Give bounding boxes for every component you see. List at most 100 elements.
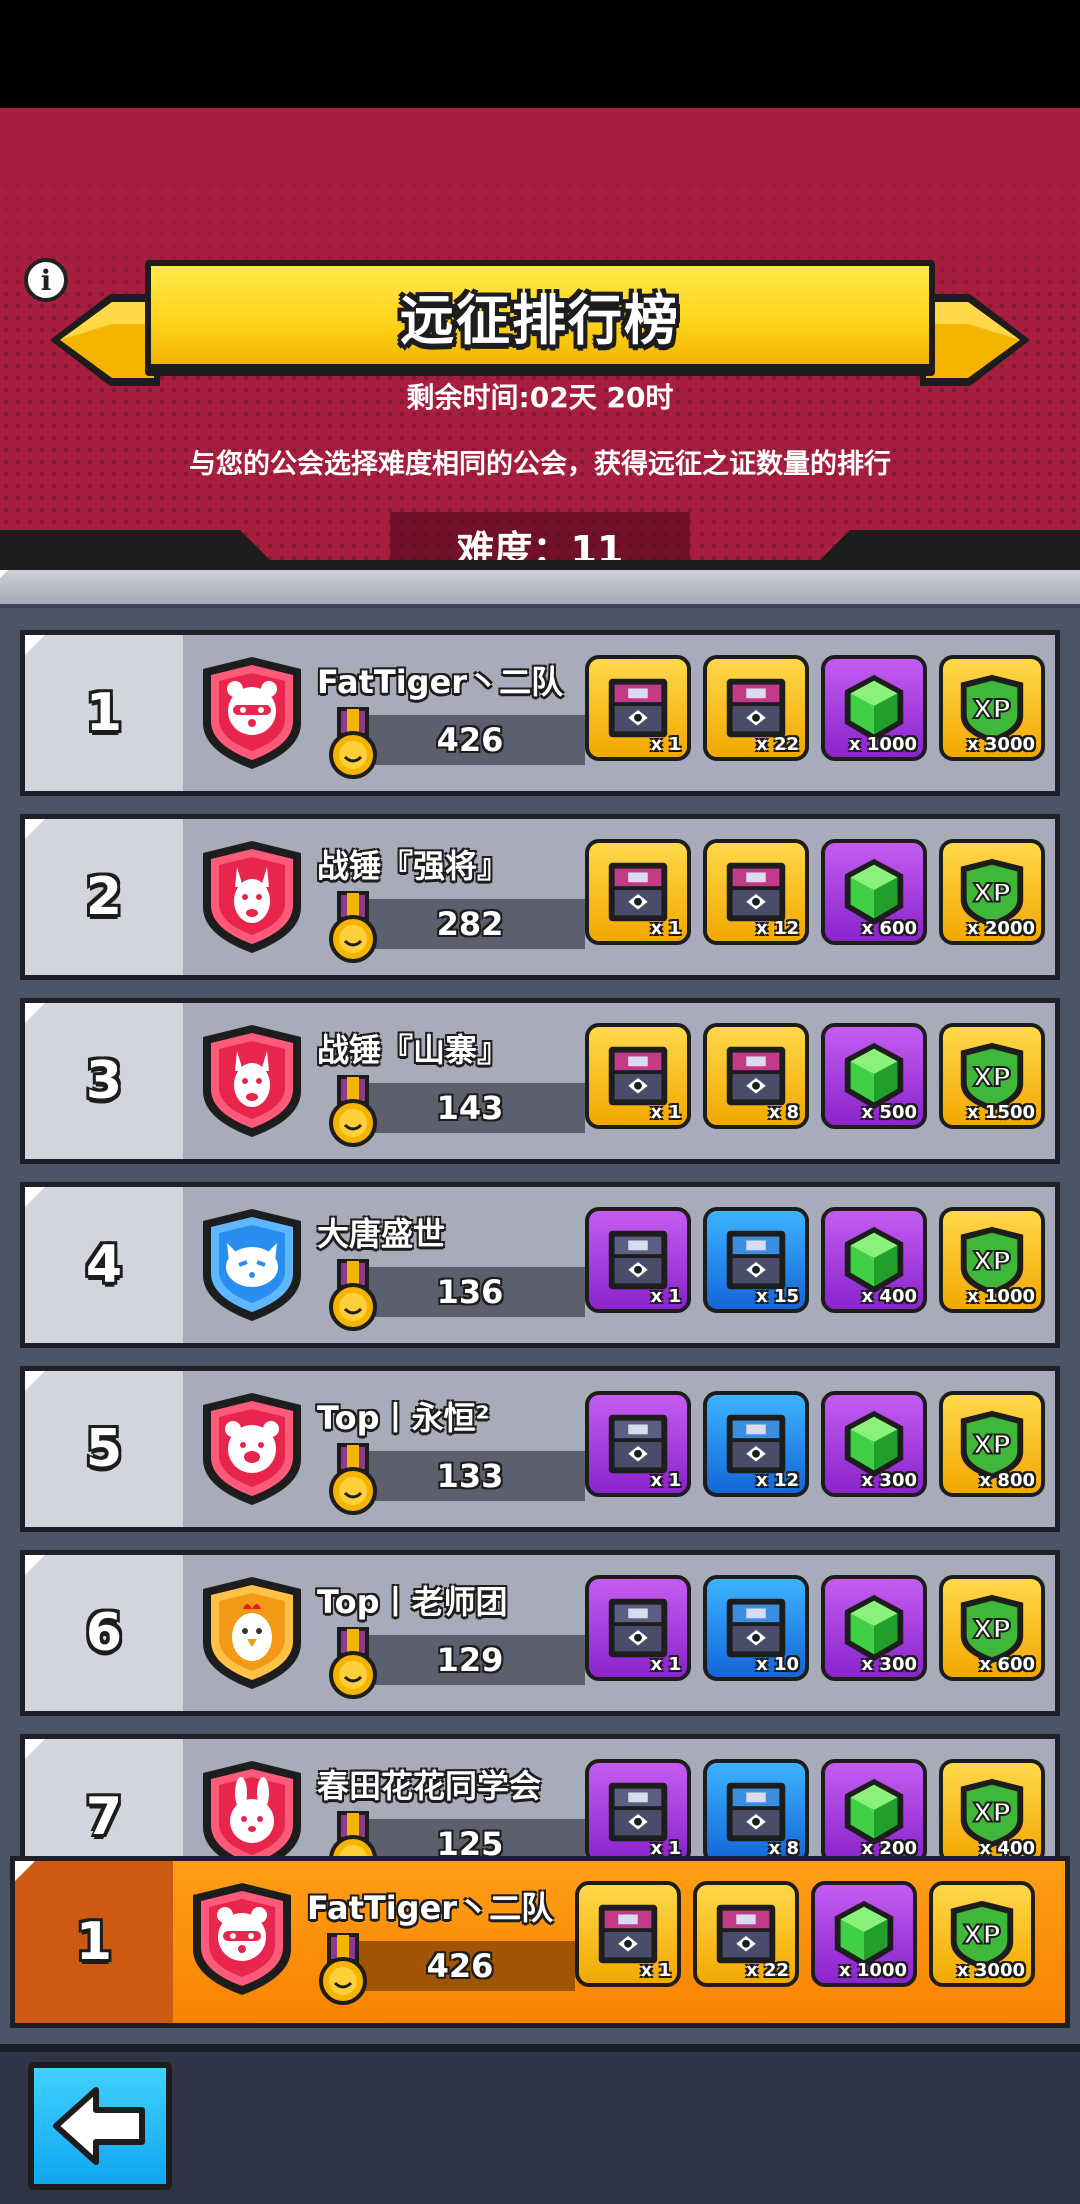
reward-item[interactable]: x 8: [703, 1759, 809, 1856]
reward-item[interactable]: x 1: [585, 1575, 691, 1681]
reward-item[interactable]: XP x 1500: [939, 1023, 1045, 1129]
medal-icon: [329, 1627, 377, 1699]
svg-text:XP: XP: [973, 1430, 1011, 1460]
reward-quantity: x 1000: [849, 734, 917, 755]
reward-quantity: x 8: [768, 1102, 799, 1123]
rank-number: 7: [85, 1787, 123, 1847]
leaderboard-header: i 远征排行榜 剩余时间:02天 20时 与您的公会选择难度相同的公会，获得远征…: [0, 108, 1080, 560]
reward-list: x 1 x 8 x 200 XP x 400: [585, 1759, 1045, 1856]
reward-item[interactable]: x 1: [585, 1391, 691, 1497]
banner-right-arrow: [920, 294, 1030, 386]
svg-text:XP: XP: [973, 1798, 1011, 1828]
reward-quantity: x 200: [861, 1838, 917, 1856]
leaderboard-row[interactable]: 2 战锤『强将』 282 x 1 x 12 x 600 XP x 2000: [20, 814, 1060, 980]
guild-name: 春田花花同学会: [317, 1767, 542, 1805]
reward-quantity: x 1000: [839, 1960, 907, 1981]
leaderboard-row[interactable]: 3 战锤『山寨』 143 x 1 x 8 x 500 XP x 1500: [20, 998, 1060, 1164]
reward-item[interactable]: XP x 600: [939, 1575, 1045, 1681]
score-value: 125: [436, 1825, 504, 1856]
score-bar: 136: [355, 1267, 585, 1317]
reward-quantity: x 800: [979, 1470, 1035, 1491]
svg-text:XP: XP: [973, 694, 1011, 724]
reward-item[interactable]: x 1000: [821, 655, 927, 761]
guild-name: FatTiger丶二队: [307, 1889, 554, 1927]
score-bar: 282: [355, 899, 585, 949]
reward-quantity: x 1000: [967, 1286, 1035, 1307]
reward-item[interactable]: x 1: [585, 655, 691, 761]
score-value: 282: [436, 905, 504, 943]
reward-quantity: x 400: [861, 1286, 917, 1307]
my-guild-row: 1 FatTiger丶二队 426 x 1 x 22 x 1000 XP x 3000: [10, 1856, 1070, 2028]
reward-quantity: x 3000: [967, 734, 1035, 755]
cat-shield-icon: [203, 1209, 301, 1321]
leaderboard-panel: 1 FatTiger丶二队 426 x 1 x 22 x 1000 XP x 3000 2 战锤『…: [0, 560, 1080, 2044]
reward-item[interactable]: x 1: [585, 839, 691, 945]
guild-name: Top丨永恒²: [317, 1399, 490, 1437]
rank-cell: 1: [15, 1861, 173, 2023]
reward-item[interactable]: x 200: [821, 1759, 927, 1856]
reward-quantity: x 1: [650, 1838, 681, 1856]
leaderboard-list[interactable]: 1 FatTiger丶二队 426 x 1 x 22 x 1000 XP x 3000 2 战锤『…: [20, 630, 1060, 1856]
score-bar: 426: [345, 1941, 575, 1991]
reward-item[interactable]: XP x 400: [939, 1759, 1045, 1856]
back-button[interactable]: [28, 2062, 172, 2190]
score-bar: 426: [355, 715, 585, 765]
bear-shield-icon: [203, 1393, 301, 1505]
reward-quantity: x 300: [861, 1654, 917, 1675]
reward-item[interactable]: x 22: [703, 655, 809, 761]
guild-name: 战锤『强将』: [317, 847, 510, 885]
reward-item[interactable]: x 15: [703, 1207, 809, 1313]
score-value: 143: [436, 1089, 504, 1127]
rank-number: 1: [75, 1912, 113, 1972]
reward-item[interactable]: x 10: [703, 1575, 809, 1681]
score-bar: 133: [355, 1451, 585, 1501]
reward-quantity: x 1: [650, 734, 681, 755]
leaderboard-row[interactable]: 5 Top丨永恒² 133 x 1 x 12 x 300 XP x 800: [20, 1366, 1060, 1532]
remaining-time: 剩余时间:02天 20时: [406, 381, 674, 414]
leaderboard-row[interactable]: 7 春田花花同学会 125 x 1 x 8 x 200 XP x 400: [20, 1734, 1060, 1856]
score-value: 133: [436, 1457, 504, 1495]
reward-item[interactable]: x 12: [703, 1391, 809, 1497]
reward-item[interactable]: XP x 3000: [939, 655, 1045, 761]
leaderboard-row[interactable]: 1 FatTiger丶二队 426 x 1 x 22 x 1000 XP x 3000: [20, 630, 1060, 796]
medal-icon: [329, 1443, 377, 1515]
guild-name: 战锤『山寨』: [317, 1031, 510, 1069]
reward-item[interactable]: x 500: [821, 1023, 927, 1129]
raccoon-shield-icon: [193, 1883, 291, 1995]
info-icon[interactable]: i: [24, 258, 68, 302]
rank-number: 1: [85, 683, 123, 743]
rank-cell: 5: [25, 1371, 183, 1527]
reward-quantity: x 8: [768, 1838, 799, 1856]
leaderboard-row[interactable]: 6 Top丨老师团 129 x 1 x 10 x 300 XP x 600: [20, 1550, 1060, 1716]
reward-item[interactable]: x 8: [703, 1023, 809, 1129]
llama-shield-icon: [203, 841, 301, 953]
reward-list: x 1 x 8 x 500 XP x 1500: [585, 1023, 1045, 1135]
rank-cell: 1: [25, 635, 183, 791]
medal-icon: [329, 707, 377, 779]
reward-item[interactable]: XP x 1000: [939, 1207, 1045, 1313]
leaderboard-row[interactable]: 4 大唐盛世 136 x 1 x 15 x 400 XP x 1000: [20, 1182, 1060, 1348]
reward-item[interactable]: XP x 2000: [939, 839, 1045, 945]
reward-item[interactable]: x 1: [585, 1023, 691, 1129]
score-value: 426: [426, 1947, 494, 1985]
reward-item[interactable]: x 400: [821, 1207, 927, 1313]
reward-item[interactable]: x 1: [585, 1759, 691, 1856]
reward-item[interactable]: XP x 3000: [929, 1881, 1035, 1987]
reward-list: x 1 x 12 x 300 XP x 800: [585, 1391, 1045, 1503]
svg-text:XP: XP: [973, 1062, 1011, 1092]
reward-item[interactable]: x 1000: [811, 1881, 917, 1987]
banner-left-arrow: [50, 294, 160, 386]
reward-item[interactable]: x 300: [821, 1391, 927, 1497]
reward-quantity: x 3000: [957, 1960, 1025, 1981]
reward-item[interactable]: x 12: [703, 839, 809, 945]
chicken-shield-icon: [203, 1577, 301, 1689]
reward-item[interactable]: x 1: [575, 1881, 681, 1987]
reward-item[interactable]: x 1: [585, 1207, 691, 1313]
reward-item[interactable]: x 300: [821, 1575, 927, 1681]
reward-list: x 1 x 22 x 1000 XP x 3000: [585, 655, 1045, 767]
reward-item[interactable]: x 22: [693, 1881, 799, 1987]
reward-item[interactable]: XP x 800: [939, 1391, 1045, 1497]
svg-text:XP: XP: [973, 878, 1011, 908]
rank-cell: 2: [25, 819, 183, 975]
reward-item[interactable]: x 600: [821, 839, 927, 945]
